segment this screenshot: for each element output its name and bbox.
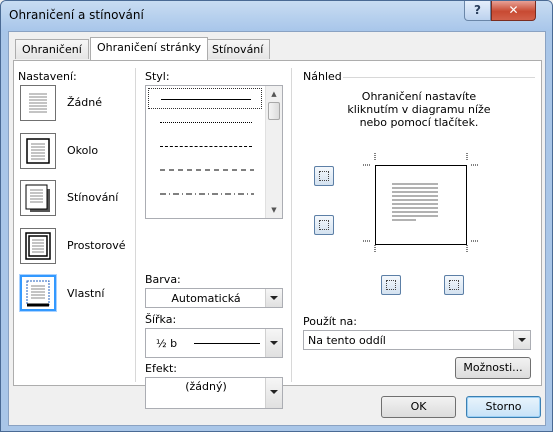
width-dropdown-icon[interactable] (265, 329, 282, 357)
setting-none-button[interactable] (20, 85, 56, 121)
dashed-line-icon (160, 169, 254, 171)
tab-shading[interactable]: Stínování (205, 39, 271, 59)
style-item-dash-dot[interactable] (148, 184, 262, 205)
window-title: Ohraničení a stínování (9, 8, 144, 22)
left-border-button[interactable] (381, 275, 401, 295)
color-value: Automatická (171, 292, 241, 305)
dialog-client-area: Ohraničení Ohraničení stránky Stínování … (8, 31, 546, 426)
dialog-window: Ohraničení a stínování ? ✕ Ohraničení Oh… (0, 0, 553, 432)
column-divider-left (135, 68, 136, 382)
style-item-dashed-small[interactable] (148, 136, 262, 157)
color-label: Barva: (145, 273, 181, 286)
preview-header-rule (343, 77, 535, 78)
style-listbox[interactable]: ▲ ▼ (145, 85, 283, 219)
style-item-solid[interactable] (148, 88, 262, 109)
style-scrollbar[interactable]: ▲ ▼ (265, 86, 282, 218)
close-button[interactable]: ✕ (491, 1, 536, 21)
custom-border-icon (26, 280, 50, 307)
setting-3d-label: Prostorové (67, 239, 126, 252)
3d-border-icon (25, 232, 51, 260)
tab-shading-label: Stínování (212, 43, 264, 56)
color-dropdown-icon[interactable] (265, 289, 282, 307)
art-dropdown-icon[interactable] (265, 378, 282, 408)
art-value: (žádný) (185, 380, 227, 393)
art-label: Efekt: (145, 362, 177, 375)
apply-to-label: Použít na: (303, 315, 358, 328)
style-item-dotted[interactable] (148, 112, 262, 133)
scroll-down-icon[interactable]: ▼ (266, 202, 282, 218)
color-combo[interactable]: Automatická (145, 288, 283, 308)
right-border-icon (449, 280, 459, 290)
width-combo[interactable]: ½ b (145, 328, 283, 358)
art-combo[interactable]: (žádný) (145, 377, 283, 409)
preview-hint-line-1: Ohraničení nastavíte (361, 90, 477, 103)
tab-borders[interactable]: Ohraničení (15, 39, 89, 59)
ok-button-label: OK (410, 400, 427, 413)
none-border-icon (29, 93, 47, 113)
top-border-icon (319, 171, 329, 181)
setting-box-label: Okolo (67, 144, 99, 157)
width-label: Šířka: (145, 313, 177, 326)
preview-hint: Ohraničení nastavíte kliknutím v diagram… (303, 90, 535, 129)
width-line-sample (194, 343, 260, 344)
right-border-button[interactable] (444, 275, 464, 295)
cancel-button-label: Storno (485, 400, 522, 413)
dash-dot-line-icon (160, 193, 254, 195)
setting-shadow-label: Stínování (67, 191, 119, 204)
style-item-dashed[interactable] (148, 160, 262, 181)
top-border-button[interactable] (314, 166, 334, 186)
setting-shadow-button[interactable] (20, 180, 56, 216)
help-button[interactable]: ? (464, 1, 491, 21)
cancel-button[interactable]: Storno (466, 396, 541, 418)
setting-box-button[interactable] (20, 133, 56, 169)
setting-none-label: Žádné (67, 96, 102, 109)
preview-hint-line-2: kliknutím v diagramu níže (347, 103, 491, 116)
column-divider-right (291, 68, 292, 382)
left-border-icon (386, 280, 396, 290)
scroll-up-icon[interactable]: ▲ (266, 86, 282, 102)
box-border-icon (26, 138, 50, 164)
options-button[interactable]: Možnosti... (455, 357, 531, 379)
bottom-border-icon (319, 220, 329, 230)
tab-borders-label: Ohraničení (22, 43, 82, 56)
settings-header: Nastavení: (18, 70, 77, 83)
shadow-border-icon (25, 184, 50, 212)
style-label: Styl: (145, 70, 170, 83)
setting-3d-button[interactable] (20, 228, 56, 264)
close-icon: ✕ (508, 3, 519, 17)
title-bar: Ohraničení a stínování ? ✕ (1, 1, 552, 31)
preview-header: Náhled (303, 70, 342, 83)
tab-page-border[interactable]: Ohraničení stránky (90, 37, 209, 60)
ok-button[interactable]: OK (381, 396, 456, 418)
setting-custom-button[interactable] (19, 274, 57, 312)
scroll-thumb[interactable] (268, 102, 280, 120)
setting-custom-label: Vlastní (67, 287, 105, 300)
apply-to-value: Na tento oddíl (308, 334, 386, 347)
tab-panel: Nastavení: Žádné Okolo Stínování Prostor… (13, 60, 542, 409)
help-icon: ? (474, 3, 481, 17)
preview-hint-line-3: nebo pomocí tlačítek. (359, 116, 479, 129)
width-value: ½ b (156, 337, 178, 350)
tab-page-border-label: Ohraničení stránky (97, 41, 202, 54)
preview-page[interactable] (375, 165, 467, 245)
apply-to-dropdown-icon[interactable] (513, 331, 530, 349)
bottom-border-button[interactable] (314, 215, 334, 235)
apply-to-combo[interactable]: Na tento oddíl (303, 330, 531, 350)
preview-text-lines (392, 183, 438, 221)
options-button-label: Možnosti... (463, 361, 523, 374)
